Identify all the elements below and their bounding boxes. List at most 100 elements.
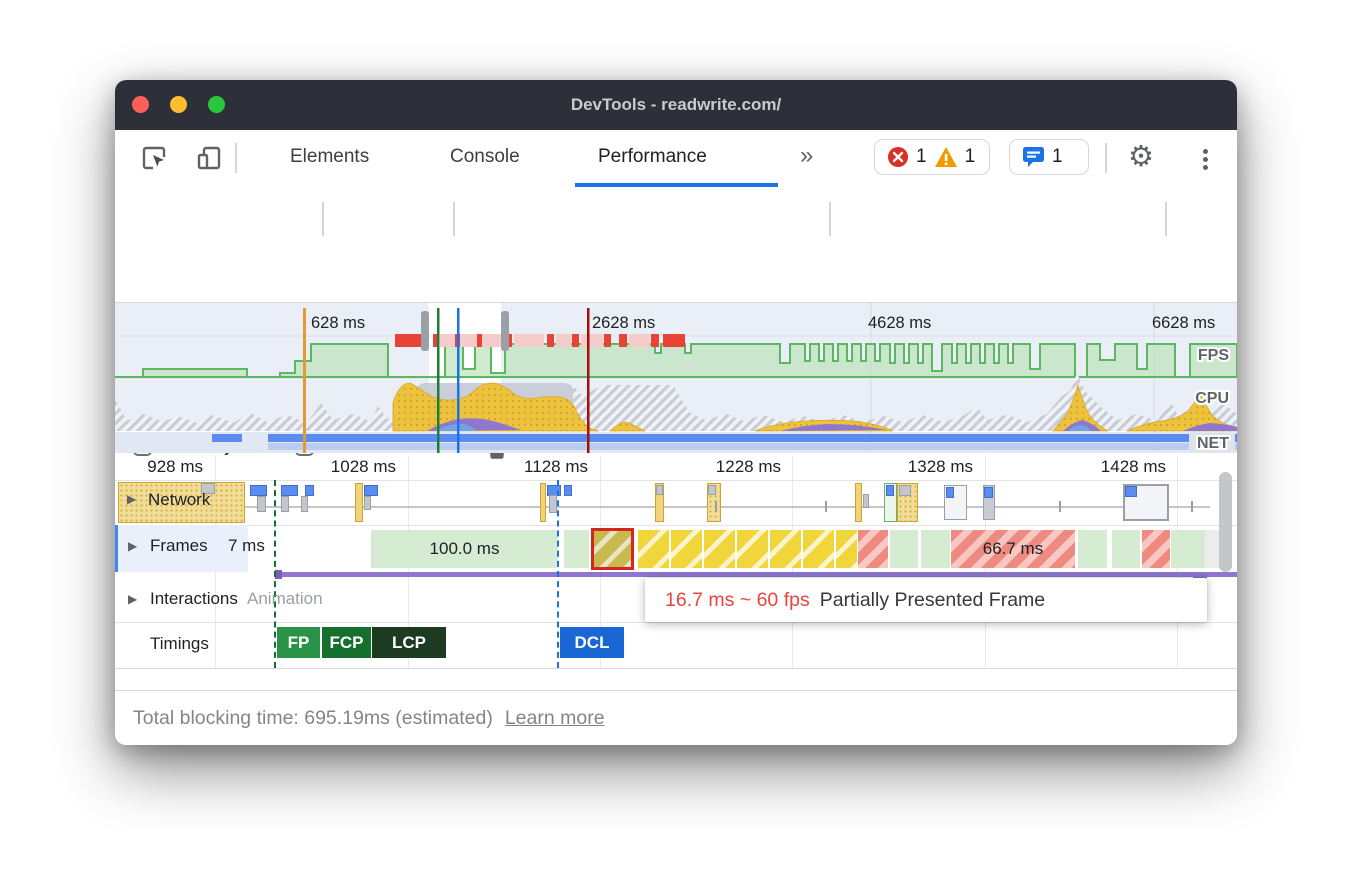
warning-count: 1: [965, 146, 976, 168]
network-request-block[interactable]: [1125, 486, 1137, 497]
interactions-track-label: Interactions: [150, 589, 238, 609]
tab-elements[interactable]: Elements: [290, 146, 369, 168]
track-separator: [115, 525, 1237, 526]
network-request-block[interactable]: [364, 485, 378, 496]
tab-console[interactable]: Console: [450, 146, 520, 168]
warning-icon: [934, 146, 958, 168]
total-blocking-time-text: Total blocking time: 695.19ms (estimated…: [133, 707, 493, 730]
network-request-block[interactable]: [549, 495, 557, 513]
dcl-marker[interactable]: DCL: [560, 627, 624, 658]
window-title: DevTools - readwrite.com/: [115, 80, 1237, 130]
network-request-block[interactable]: [899, 485, 911, 496]
frame-good[interactable]: [1078, 530, 1107, 568]
frame-partial[interactable]: [704, 530, 735, 568]
overview-marker-blue: [457, 308, 460, 453]
network-request-block[interactable]: [257, 496, 266, 512]
fcp-marker[interactable]: FCP: [322, 627, 371, 658]
network-track-label: Network: [148, 490, 210, 510]
interactions-expand-triangle-icon[interactable]: ▶: [128, 592, 137, 606]
divider: [235, 143, 237, 173]
frame-partial[interactable]: [803, 530, 834, 568]
network-request-block[interactable]: [364, 496, 371, 510]
lcp-marker[interactable]: LCP: [372, 627, 446, 658]
frame-good[interactable]: 100.0 ms: [371, 530, 558, 568]
network-request-block[interactable]: [863, 494, 869, 508]
network-request-block[interactable]: [708, 485, 716, 495]
fps-row-label: FPS: [1198, 347, 1229, 364]
network-request-block[interactable]: [984, 487, 993, 498]
animation-duration-bar[interactable]: [275, 572, 1237, 577]
frame-dropped[interactable]: [1142, 530, 1170, 568]
performance-toolbar: readwrite.com #1 Screenshots ⚙: [115, 187, 1237, 250]
network-expand-triangle-icon[interactable]: ▶: [127, 492, 136, 506]
frame-partial[interactable]: [737, 530, 768, 568]
track-separator: [115, 668, 1237, 669]
network-request-block[interactable]: [355, 483, 363, 522]
capture-options-row: Memory Web Vitals: [115, 250, 1237, 302]
network-tick: [1191, 501, 1193, 512]
frame-partial[interactable]: [671, 530, 702, 568]
kebab-menu-icon[interactable]: [1203, 146, 1208, 173]
network-request-block[interactable]: [301, 496, 308, 512]
ruler-tick: 928 ms: [123, 457, 203, 477]
overview-tick: 628 ms: [311, 314, 365, 332]
tab-performance[interactable]: Performance: [598, 146, 707, 168]
ruler-tick: 1428 ms: [1086, 457, 1166, 477]
network-request-block[interactable]: [855, 483, 862, 522]
frame-dropped[interactable]: 66.7 ms: [951, 530, 1075, 568]
timeline-overview[interactable]: 628 ms 2628 ms 4628 ms 6628 ms FPS CPU N…: [115, 302, 1237, 453]
frame-tooltip: 16.7 ms ~ 60 fps Partially Presented Fra…: [645, 578, 1207, 622]
network-request-block[interactable]: [250, 485, 267, 496]
network-request-block[interactable]: [946, 487, 954, 498]
frame-duration-label: 66.7 ms: [983, 539, 1043, 559]
more-tabs-icon[interactable]: »: [800, 142, 813, 170]
net-chart: [212, 434, 1237, 450]
issues-badge[interactable]: 1 1: [874, 139, 990, 175]
selection-handle-left[interactable]: [421, 311, 429, 351]
frame-good[interactable]: [1171, 530, 1205, 568]
messages-badge[interactable]: 1: [1009, 139, 1089, 175]
devtools-tab-bar: Elements Console Performance » 1 1: [115, 130, 1237, 188]
error-icon: [887, 146, 909, 168]
vertical-scrollbar-thumb[interactable]: [1219, 472, 1232, 572]
frame-good[interactable]: [564, 530, 589, 568]
network-timeline-line: [245, 506, 1210, 508]
frame-partial[interactable]: [770, 530, 801, 568]
track-separator: [115, 622, 1237, 623]
network-request-block[interactable]: [656, 485, 663, 495]
overview-tick: 6628 ms: [1152, 314, 1215, 332]
overview-marker-green: [437, 308, 440, 453]
selection-handle-right[interactable]: [501, 311, 509, 351]
frame-good[interactable]: [890, 530, 918, 568]
network-request-block[interactable]: [886, 485, 894, 496]
network-request-block[interactable]: [281, 485, 298, 496]
dcl-marker-line: [557, 480, 559, 668]
frames-expand-triangle-icon[interactable]: ▶: [128, 539, 137, 553]
ruler-tick: 1128 ms: [508, 457, 588, 477]
network-request-block[interactable]: [281, 496, 289, 512]
network-request-block[interactable]: [305, 485, 314, 496]
overview-tick: 2628 ms: [592, 314, 655, 332]
frame-selected-partial[interactable]: [591, 528, 634, 570]
animation-label: Animation: [247, 589, 323, 609]
devtools-window: DevTools - readwrite.com/ Elements Conso…: [115, 80, 1237, 745]
frame-good[interactable]: [1112, 530, 1140, 568]
title-bar: DevTools - readwrite.com/: [115, 80, 1237, 130]
animation-bar-start-cap: [275, 570, 282, 579]
frame-good[interactable]: [921, 530, 950, 568]
learn-more-link[interactable]: Learn more: [505, 707, 605, 730]
tooltip-duration: 16.7 ms ~ 60 fps: [665, 589, 810, 612]
inspect-element-icon[interactable]: [140, 144, 168, 172]
overview-marker-darkred: [587, 308, 590, 453]
network-request-block[interactable]: [540, 483, 546, 522]
settings-gear-icon[interactable]: ⚙: [1128, 143, 1154, 172]
frame-partial[interactable]: [638, 530, 669, 568]
ruler-tick: 1028 ms: [316, 457, 396, 477]
network-request-block[interactable]: [564, 485, 572, 496]
frame-partial[interactable]: [836, 530, 857, 568]
divider: [322, 202, 324, 236]
frame-dropped[interactable]: [858, 530, 888, 568]
divider: [1165, 202, 1167, 236]
fp-marker[interactable]: FP: [277, 627, 320, 658]
device-toolbar-icon[interactable]: [195, 144, 223, 172]
